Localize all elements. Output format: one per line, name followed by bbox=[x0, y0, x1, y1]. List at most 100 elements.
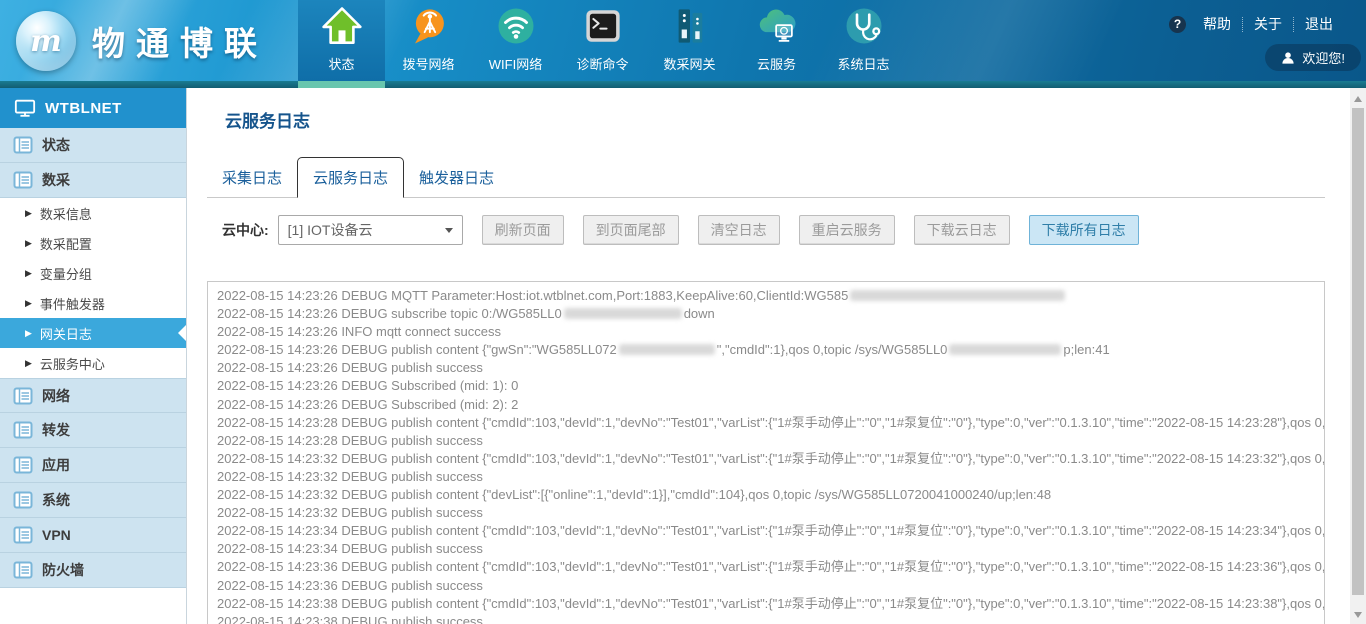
caret-right-icon: ▶ bbox=[25, 329, 32, 338]
download-cloud-log-button[interactable]: 下载云日志 bbox=[914, 215, 1010, 245]
tab-trigger-log[interactable]: 触发器日志 bbox=[404, 158, 509, 197]
help-link[interactable]: 帮助 bbox=[1192, 14, 1242, 34]
log-line: 2022-08-15 14:23:32 DEBUG publish succes… bbox=[217, 504, 1324, 522]
nav-item-dialup-network[interactable]: 拨号网络 bbox=[385, 0, 472, 81]
sidebar-item-system[interactable]: 系统 bbox=[0, 483, 186, 518]
nav-item-cloud-service[interactable]: 云服务 bbox=[733, 0, 820, 81]
tab-cloud-service-log[interactable]: 云服务日志 bbox=[297, 157, 404, 198]
nav-label: 状态 bbox=[328, 54, 354, 73]
log-line: 2022-08-15 14:23:26 DEBUG publish conten… bbox=[217, 341, 1324, 359]
nav-label: 系统日志 bbox=[837, 54, 889, 73]
top-nav: 状态 拨号网络 WIFI网络 诊断命令 数采网关 bbox=[298, 0, 907, 81]
log-line: 2022-08-15 14:23:36 DEBUG publish succes… bbox=[217, 577, 1324, 595]
welcome-button[interactable]: 欢迎您! bbox=[1265, 44, 1361, 71]
log-line: 2022-08-15 14:23:26 DEBUG publish succes… bbox=[217, 359, 1324, 377]
caret-right-icon: ▶ bbox=[25, 359, 32, 368]
nav-label: 云服务 bbox=[757, 54, 796, 73]
nav-item-diagnostic-command[interactable]: 诊断命令 bbox=[559, 0, 646, 81]
sidebar-sub-data-collect-config[interactable]: ▶数采配置 bbox=[0, 228, 186, 258]
dialup-network-icon bbox=[407, 4, 451, 48]
brand-name: 物通博联 bbox=[92, 17, 268, 65]
sidebar-item-network[interactable]: 网络 bbox=[0, 378, 186, 413]
sidebar-sub-event-trigger[interactable]: ▶事件触发器 bbox=[0, 288, 186, 318]
wifi-icon bbox=[494, 4, 538, 48]
sidebar-item-forward[interactable]: 转发 bbox=[0, 413, 186, 448]
sidebar: WTBLNET 状态 数采 ▶数采信息 ▶数采配置 ▶变量分组 ▶事件触发器 ▶… bbox=[0, 88, 187, 624]
sidebar-item-data-collect[interactable]: 数采 bbox=[0, 163, 186, 198]
sidebar-item-label: 网络 bbox=[42, 386, 70, 406]
goto-page-bottom-button[interactable]: 到页面尾部 bbox=[583, 215, 679, 245]
sidebar-item-label: 变量分组 bbox=[40, 264, 92, 283]
redacted-text bbox=[619, 344, 715, 355]
brand-m-glyph: m bbox=[30, 24, 62, 59]
nav-item-data-gateway[interactable]: 数采网关 bbox=[646, 0, 733, 81]
log-line: 2022-08-15 14:23:32 DEBUG publish conten… bbox=[217, 450, 1324, 468]
log-line: 2022-08-15 14:23:26 DEBUG MQTT Parameter… bbox=[217, 287, 1324, 305]
sidebar-item-label: 数采信息 bbox=[40, 204, 92, 223]
tab-collect-log[interactable]: 采集日志 bbox=[207, 158, 297, 197]
chevron-down-icon bbox=[445, 228, 453, 233]
nav-label: WIFI网络 bbox=[489, 54, 542, 73]
list-icon bbox=[13, 170, 33, 190]
sidebar-sub-cloud-service-center[interactable]: ▶云服务中心 bbox=[0, 348, 186, 378]
list-icon bbox=[13, 560, 33, 580]
download-all-logs-button[interactable]: 下载所有日志 bbox=[1029, 215, 1139, 245]
gateway-icon bbox=[668, 4, 712, 48]
nav-item-status[interactable]: 状态 bbox=[298, 0, 385, 81]
sidebar-item-label: 网关日志 bbox=[40, 324, 92, 343]
refresh-page-button[interactable]: 刷新页面 bbox=[482, 215, 564, 245]
log-line: 2022-08-15 14:23:26 DEBUG subscribe topi… bbox=[217, 305, 1324, 323]
log-area[interactable]: 2022-08-15 14:23:26 DEBUG MQTT Parameter… bbox=[207, 281, 1325, 624]
sidebar-item-label: 系统 bbox=[42, 490, 70, 510]
sidebar-item-vpn[interactable]: VPN bbox=[0, 518, 186, 553]
sidebar-item-label: 数采 bbox=[42, 170, 70, 190]
nav-label: 诊断命令 bbox=[576, 54, 628, 73]
cloud-center-select[interactable]: [1] IOT设备云 bbox=[278, 215, 463, 245]
sidebar-item-firewall[interactable]: 防火墙 bbox=[0, 553, 186, 588]
header-bottom-strip bbox=[0, 81, 1366, 88]
home-icon bbox=[320, 4, 364, 48]
list-icon bbox=[13, 420, 33, 440]
sidebar-sub-gateway-log[interactable]: ▶ 网关日志 bbox=[0, 318, 186, 348]
redacted-text bbox=[564, 308, 682, 319]
redacted-text bbox=[850, 290, 1065, 301]
about-link[interactable]: 关于 bbox=[1243, 14, 1293, 34]
log-line: 2022-08-15 14:23:26 DEBUG Subscribed (mi… bbox=[217, 377, 1324, 395]
log-line: 2022-08-15 14:23:28 DEBUG publish succes… bbox=[217, 432, 1324, 450]
caret-right-icon: ▶ bbox=[25, 239, 32, 248]
nav-label: 拨号网络 bbox=[402, 54, 454, 73]
monitor-icon bbox=[14, 97, 36, 119]
sidebar-item-status[interactable]: 状态 bbox=[0, 128, 186, 163]
log-line: 2022-08-15 14:23:32 DEBUG publish succes… bbox=[217, 468, 1324, 486]
log-toolbar: 云中心: [1] IOT设备云 刷新页面 到页面尾部 清空日志 重启云服务 下载… bbox=[222, 215, 1350, 245]
sidebar-item-label: 应用 bbox=[42, 455, 70, 475]
sidebar-item-label: VPN bbox=[42, 527, 71, 543]
sidebar-item-label: 事件触发器 bbox=[40, 294, 105, 313]
sidebar-sub-variable-group[interactable]: ▶变量分组 bbox=[0, 258, 186, 288]
sidebar-item-label: 防火墙 bbox=[42, 560, 84, 580]
sidebar-item-application[interactable]: 应用 bbox=[0, 448, 186, 483]
nav-label: 数采网关 bbox=[663, 54, 715, 73]
sidebar-header: WTBLNET bbox=[0, 88, 186, 128]
nav-item-wifi-network[interactable]: WIFI网络 bbox=[472, 0, 559, 81]
logout-link[interactable]: 退出 bbox=[1294, 14, 1344, 34]
restart-cloud-service-button[interactable]: 重启云服务 bbox=[799, 215, 895, 245]
page-scrollbar[interactable] bbox=[1350, 88, 1366, 624]
page-title: 云服务日志 bbox=[225, 107, 1350, 132]
sidebar-item-label: 转发 bbox=[42, 420, 70, 440]
nav-item-system-log[interactable]: 系统日志 bbox=[820, 0, 907, 81]
log-line: 2022-08-15 14:23:32 DEBUG publish conten… bbox=[217, 486, 1324, 504]
scroll-down-arrow-icon[interactable] bbox=[1354, 612, 1362, 618]
log-line: 2022-08-15 14:23:26 INFO mqtt connect su… bbox=[217, 323, 1324, 341]
scroll-up-arrow-icon[interactable] bbox=[1354, 96, 1362, 102]
log-line: 2022-08-15 14:23:36 DEBUG publish conten… bbox=[217, 558, 1324, 576]
cloud-center-label: 云中心: bbox=[222, 220, 269, 240]
header: m 物通博联 状态 拨号网络 WIFI网络 诊断命令 bbox=[0, 0, 1366, 88]
welcome-label: 欢迎您! bbox=[1302, 48, 1345, 67]
clear-log-button[interactable]: 清空日志 bbox=[698, 215, 780, 245]
log-line: 2022-08-15 14:23:38 DEBUG publish conten… bbox=[217, 595, 1324, 613]
sidebar-sub-data-collect-info[interactable]: ▶数采信息 bbox=[0, 198, 186, 228]
list-icon bbox=[13, 490, 33, 510]
cloud-center-selected-value: [1] IOT设备云 bbox=[288, 220, 373, 240]
scrollbar-thumb[interactable] bbox=[1352, 108, 1364, 595]
